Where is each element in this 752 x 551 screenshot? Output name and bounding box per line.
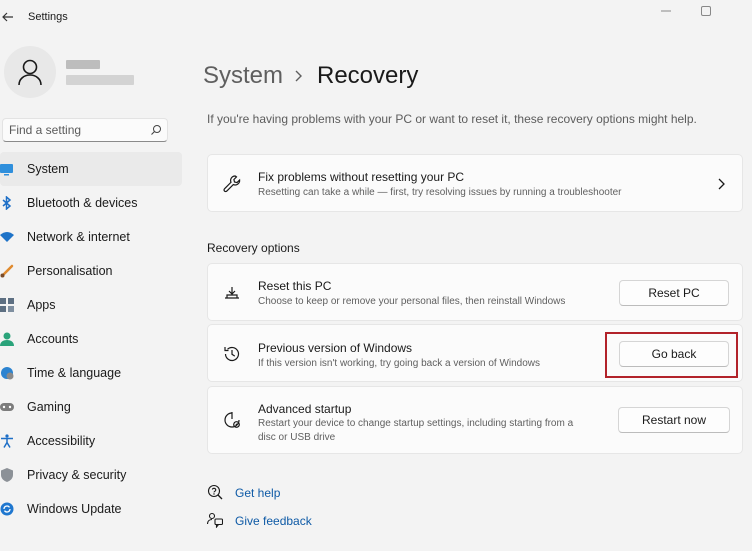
give-feedback-label[interactable]: Give feedback xyxy=(235,514,312,528)
sidebar-item-label: Bluetooth & devices xyxy=(27,196,138,210)
breadcrumb-parent[interactable]: System xyxy=(203,62,283,89)
reset-pc-subtitle: Choose to keep or remove your personal f… xyxy=(258,296,566,307)
history-icon xyxy=(224,346,240,362)
reset-pc-button[interactable]: Reset PC xyxy=(619,280,729,306)
bluetooth-icon xyxy=(2,196,12,210)
gamepad-icon xyxy=(0,403,14,411)
fix-problems-title: Fix problems without resetting your PC xyxy=(258,170,465,184)
title-bar: Settings xyxy=(0,0,752,36)
sidebar-item-label: Apps xyxy=(27,298,56,312)
wifi-icon xyxy=(0,232,14,242)
shield-icon xyxy=(1,468,13,482)
globe-clock-icon xyxy=(1,367,14,380)
redacted-email xyxy=(66,75,134,85)
previous-version-title: Previous version of Windows xyxy=(258,341,413,355)
advanced-startup-icon xyxy=(224,412,240,428)
user-profile[interactable] xyxy=(4,46,184,100)
apps-icon xyxy=(0,298,14,312)
sidebar-item-label: System xyxy=(27,162,69,176)
system-icon xyxy=(0,164,13,176)
fix-problems-subtitle: Resetting can take a while — first, try … xyxy=(258,187,622,198)
update-icon xyxy=(0,502,14,516)
sidebar-item-label: Privacy & security xyxy=(27,468,127,482)
reset-pc-title: Reset this PC xyxy=(258,279,332,293)
sidebar-item-label: Personalisation xyxy=(27,264,113,278)
sidebar-item-personalisation[interactable]: Personalisation xyxy=(0,254,182,288)
recovery-options-heading: Recovery options xyxy=(207,241,300,255)
back-arrow-icon[interactable] xyxy=(0,9,16,25)
advanced-startup-subtitle-line1: Restart your device to change startup se… xyxy=(258,418,574,429)
accounts-icon xyxy=(0,332,14,346)
sidebar-item-time-language[interactable]: Time & language xyxy=(0,356,182,390)
sidebar-item-system[interactable]: System xyxy=(0,152,182,186)
sidebar-item-label: Time & language xyxy=(27,366,122,380)
sidebar-item-windows-update[interactable]: Windows Update xyxy=(0,492,182,526)
accessibility-icon xyxy=(1,434,13,448)
fix-problems-card[interactable]: Fix problems without resetting your PC R… xyxy=(207,154,743,212)
app-title: Settings xyxy=(28,11,68,23)
feedback-icon xyxy=(207,512,223,528)
avatar xyxy=(4,46,56,98)
previous-version-subtitle: If this version isn't working, try going… xyxy=(258,358,541,369)
search-icon[interactable] xyxy=(150,124,162,136)
help-icon xyxy=(207,484,223,500)
search-box[interactable] xyxy=(2,118,168,142)
previous-version-card: Previous version of Windows If this vers… xyxy=(207,324,743,382)
brush-icon xyxy=(0,264,14,278)
sidebar-item-label: Accounts xyxy=(27,332,79,346)
give-feedback-link[interactable]: Give feedback xyxy=(207,512,337,530)
advanced-startup-subtitle-line2: disc or USB drive xyxy=(258,432,336,443)
go-back-button[interactable]: Go back xyxy=(619,341,729,367)
chevron-right-icon xyxy=(295,70,302,82)
minimize-icon[interactable] xyxy=(658,4,674,18)
sidebar-item-network[interactable]: Network & internet xyxy=(0,220,182,254)
get-help-link[interactable]: Get help xyxy=(207,484,327,502)
sidebar-item-label: Windows Update xyxy=(27,502,122,516)
sidebar-item-label: Gaming xyxy=(27,400,71,414)
sidebar-item-privacy-security[interactable]: Privacy & security xyxy=(0,458,182,492)
sidebar-item-label: Network & internet xyxy=(27,230,130,244)
sidebar-item-label: Accessibility xyxy=(27,434,96,448)
chevron-right-icon xyxy=(718,178,725,190)
sidebar-item-apps[interactable]: Apps xyxy=(0,288,182,322)
maximize-icon[interactable] xyxy=(698,4,714,18)
sidebar-nav: System Bluetooth & devices Network & int… xyxy=(0,152,182,526)
reset-pc-icon xyxy=(225,287,239,299)
reset-pc-card: Reset this PC Choose to keep or remove y… xyxy=(207,263,743,321)
sidebar-item-accounts[interactable]: Accounts xyxy=(0,322,182,356)
wrench-icon xyxy=(223,175,241,193)
restart-now-button[interactable]: Restart now xyxy=(618,407,730,433)
user-icon xyxy=(18,59,42,86)
sidebar-item-bluetooth[interactable]: Bluetooth & devices xyxy=(0,186,182,220)
page-title: Recovery xyxy=(317,62,419,89)
breadcrumb: System Recovery xyxy=(203,62,418,90)
search-input[interactable] xyxy=(3,119,143,141)
intro-text: If you're having problems with your PC o… xyxy=(207,112,697,126)
get-help-label[interactable]: Get help xyxy=(235,486,280,500)
sidebar-item-gaming[interactable]: Gaming xyxy=(0,390,182,424)
advanced-startup-title: Advanced startup xyxy=(258,402,352,416)
advanced-startup-card: Advanced startup Restart your device to … xyxy=(207,386,743,454)
sidebar-item-accessibility[interactable]: Accessibility xyxy=(0,424,182,458)
redacted-username xyxy=(66,60,100,69)
